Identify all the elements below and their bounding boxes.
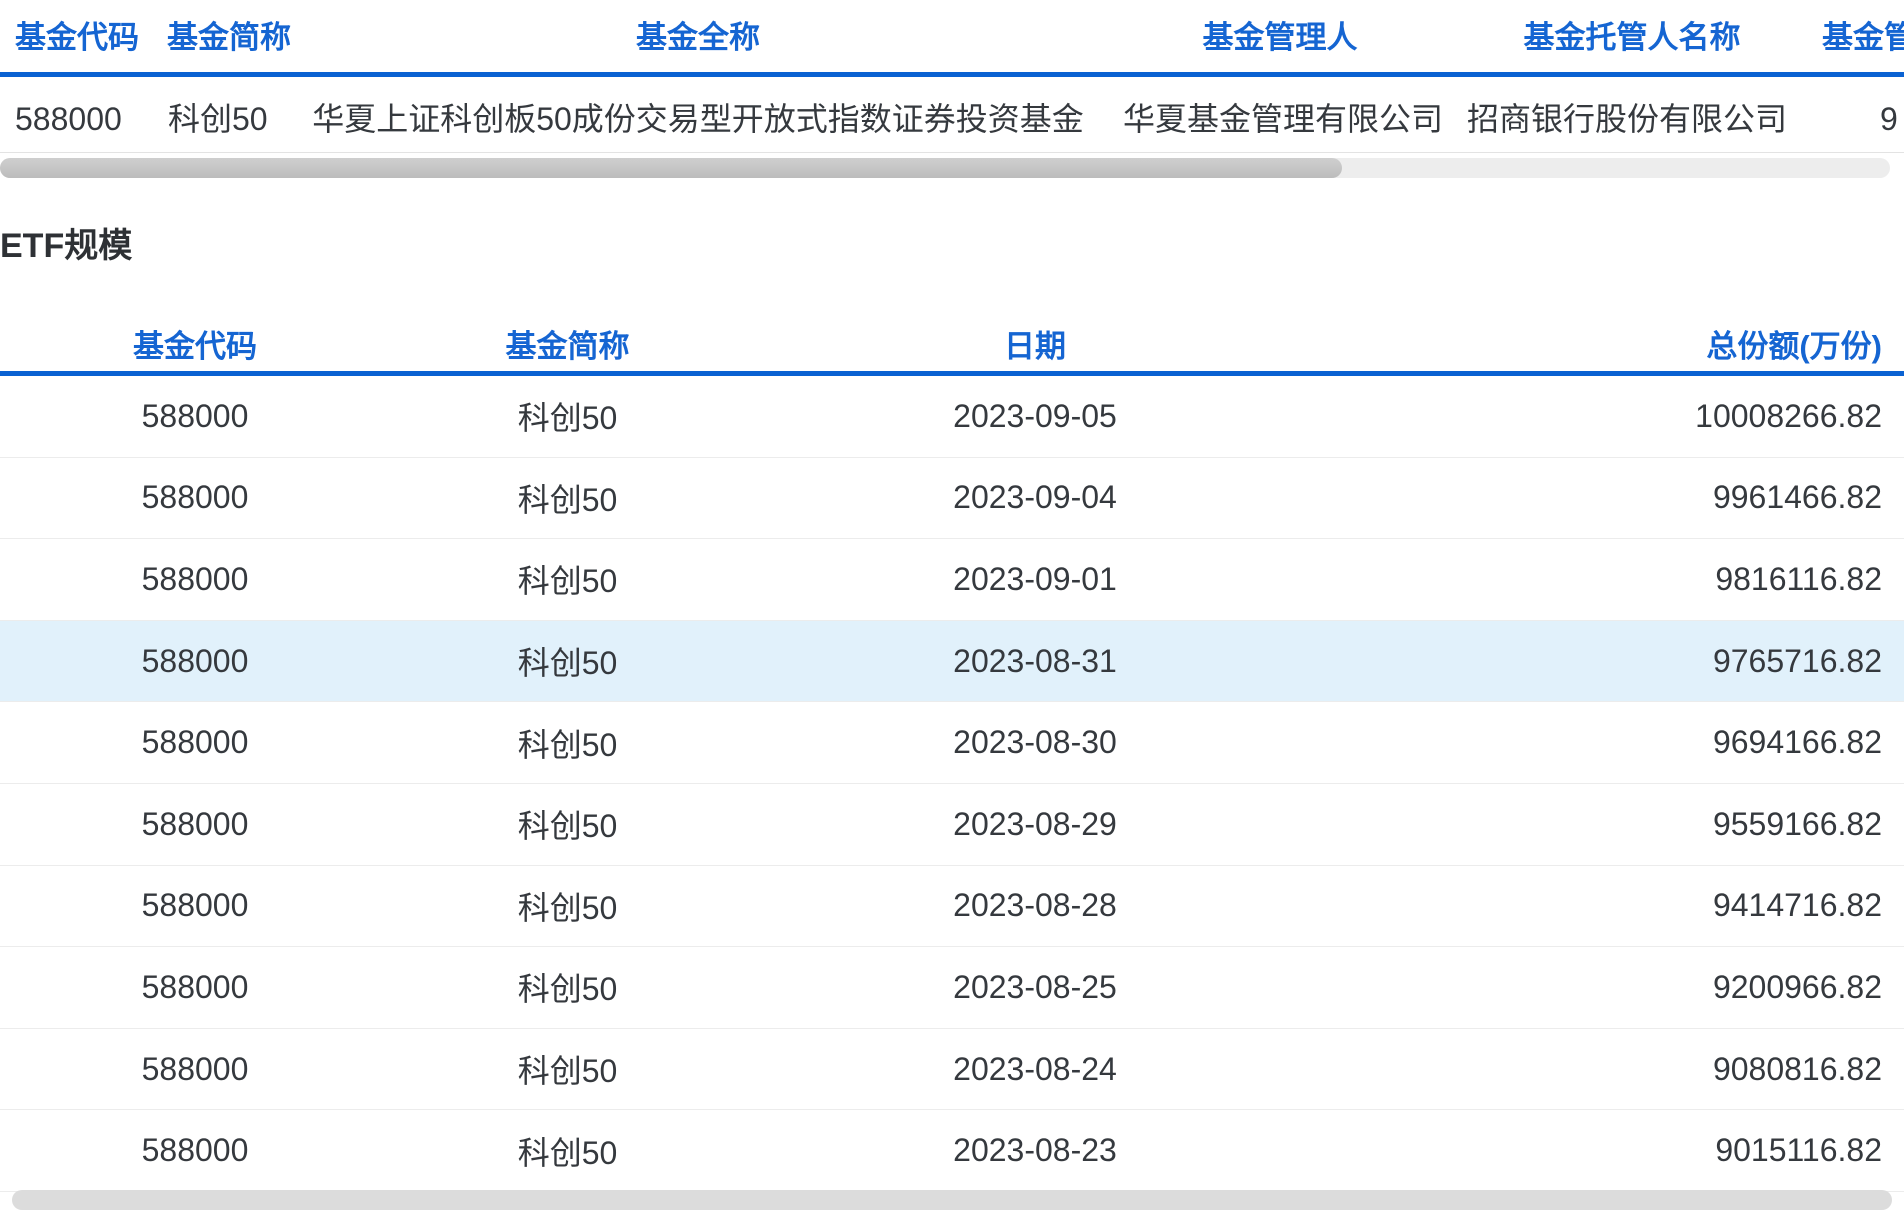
cell-total-shares: 9765716.82 [1325, 643, 1904, 680]
cell-fund-short-name: 科创50 [390, 1046, 745, 1092]
col-header-fund-short-name: 基金简称 [390, 321, 745, 366]
table-row[interactable]: 588000 科创50 2023-08-23 9015116.82 [0, 1110, 1904, 1192]
cell-fund-code: 588000 [0, 1051, 390, 1088]
cell-fund-custodian: 招商银行股份有限公司 [1467, 96, 1787, 142]
bottom-horizontal-scrollbar[interactable] [12, 1190, 1892, 1210]
cell-fund-full-name: 华夏上证科创板50成份交易型开放式指数证券投资基金 [312, 96, 1084, 142]
col-header-fund-code: 基金代码 [15, 16, 139, 60]
row-divider [0, 152, 1904, 153]
cell-total-shares: 9816116.82 [1325, 561, 1904, 598]
cell-date: 2023-08-29 [745, 806, 1325, 843]
col-header-fund-custodian: 基金托管人名称 [1524, 16, 1741, 60]
cell-total-shares: 9414716.82 [1325, 887, 1904, 924]
fund-info-table: 基金代码 基金简称 基金全称 基金管理人 基金托管人名称 基金管 588000 … [0, 0, 1904, 182]
cell-date: 2023-08-28 [745, 887, 1325, 924]
table-row[interactable]: 588000 科创50 2023-09-05 10008266.82 [0, 376, 1904, 458]
table-row[interactable]: 588000 科创50 2023-09-01 9816116.82 [0, 539, 1904, 621]
etf-scale-table-body: 588000 科创50 2023-09-05 10008266.82 58800… [0, 376, 1904, 1192]
table-row[interactable]: 588000 科创50 2023-08-29 9559166.82 [0, 784, 1904, 866]
cell-fund-code: 588000 [0, 806, 390, 843]
cell-fund-short-name: 科创50 [390, 556, 745, 602]
cell-total-shares: 9200966.82 [1325, 969, 1904, 1006]
cell-total-shares: 9694166.82 [1325, 724, 1904, 761]
cell-fund-code: 588000 [0, 887, 390, 924]
cell-fund-code: 588000 [0, 561, 390, 598]
cell-date: 2023-08-30 [745, 724, 1325, 761]
cell-total-shares: 10008266.82 [1325, 398, 1904, 435]
cell-fund-short-name: 科创50 [390, 638, 745, 684]
cell-total-shares: 9080816.82 [1325, 1051, 1904, 1088]
horizontal-scrollbar-track[interactable] [0, 158, 1890, 178]
cell-fund-code: 588000 [0, 398, 390, 435]
cell-fund-short-name: 科创50 [168, 96, 268, 142]
etf-scale-table: 基金代码 基金简称 日期 总份额(万份) 588000 科创50 2023-09… [0, 315, 1904, 1192]
cell-date: 2023-09-01 [745, 561, 1325, 598]
section-title: ETF规模 [0, 224, 132, 268]
cell-fund-code: 588000 [15, 96, 122, 142]
cell-truncated-value: 9 [1880, 96, 1898, 142]
table-row[interactable]: 588000 科创50 2023-09-04 9961466.82 [0, 458, 1904, 540]
col-header-truncated: 基金管 [1822, 16, 1904, 60]
cell-fund-short-name: 科创50 [390, 964, 745, 1010]
cell-fund-short-name: 科创50 [390, 475, 745, 521]
cell-fund-manager: 华夏基金管理有限公司 [1123, 96, 1443, 142]
cell-date: 2023-09-05 [745, 398, 1325, 435]
cell-fund-short-name: 科创50 [390, 1128, 745, 1174]
cell-total-shares: 9961466.82 [1325, 479, 1904, 516]
cell-date: 2023-08-24 [745, 1051, 1325, 1088]
col-header-fund-code: 基金代码 [0, 321, 390, 366]
cell-fund-code: 588000 [0, 1132, 390, 1169]
header-underline [0, 72, 1904, 77]
cell-fund-short-name: 科创50 [390, 883, 745, 929]
cell-fund-code: 588000 [0, 643, 390, 680]
col-header-fund-manager: 基金管理人 [1203, 16, 1358, 60]
table-row[interactable]: 588000 科创50 2023-08-25 9200966.82 [0, 947, 1904, 1029]
cell-fund-short-name: 科创50 [390, 801, 745, 847]
horizontal-scrollbar-thumb[interactable] [0, 158, 1342, 178]
cell-date: 2023-08-25 [745, 969, 1325, 1006]
cell-fund-code: 588000 [0, 479, 390, 516]
table-row[interactable]: 588000 科创50 2023-08-28 9414716.82 [0, 866, 1904, 948]
cell-total-shares: 9015116.82 [1325, 1132, 1904, 1169]
cell-fund-code: 588000 [0, 969, 390, 1006]
cell-total-shares: 9559166.82 [1325, 806, 1904, 843]
table-row[interactable]: 588000 科创50 2023-08-24 9080816.82 [0, 1029, 1904, 1111]
col-header-fund-short-name: 基金简称 [167, 16, 291, 60]
etf-table-header-row: 基金代码 基金简称 日期 总份额(万份) [0, 315, 1904, 371]
cell-fund-code: 588000 [0, 724, 390, 761]
page: 基金代码 基金简称 基金全称 基金管理人 基金托管人名称 基金管 588000 … [0, 0, 1904, 1196]
col-header-fund-full-name: 基金全称 [636, 16, 760, 60]
cell-fund-short-name: 科创50 [390, 393, 745, 439]
cell-fund-short-name: 科创50 [390, 720, 745, 766]
cell-date: 2023-09-04 [745, 479, 1325, 516]
cell-date: 2023-08-31 [745, 643, 1325, 680]
cell-date: 2023-08-23 [745, 1132, 1325, 1169]
table-row[interactable]: 588000 科创50 2023-08-31 9765716.82 [0, 621, 1904, 703]
col-header-total-shares: 总份额(万份) [1325, 321, 1904, 366]
col-header-date: 日期 [745, 321, 1325, 366]
table-row[interactable]: 588000 科创50 2023-08-30 9694166.82 [0, 702, 1904, 784]
